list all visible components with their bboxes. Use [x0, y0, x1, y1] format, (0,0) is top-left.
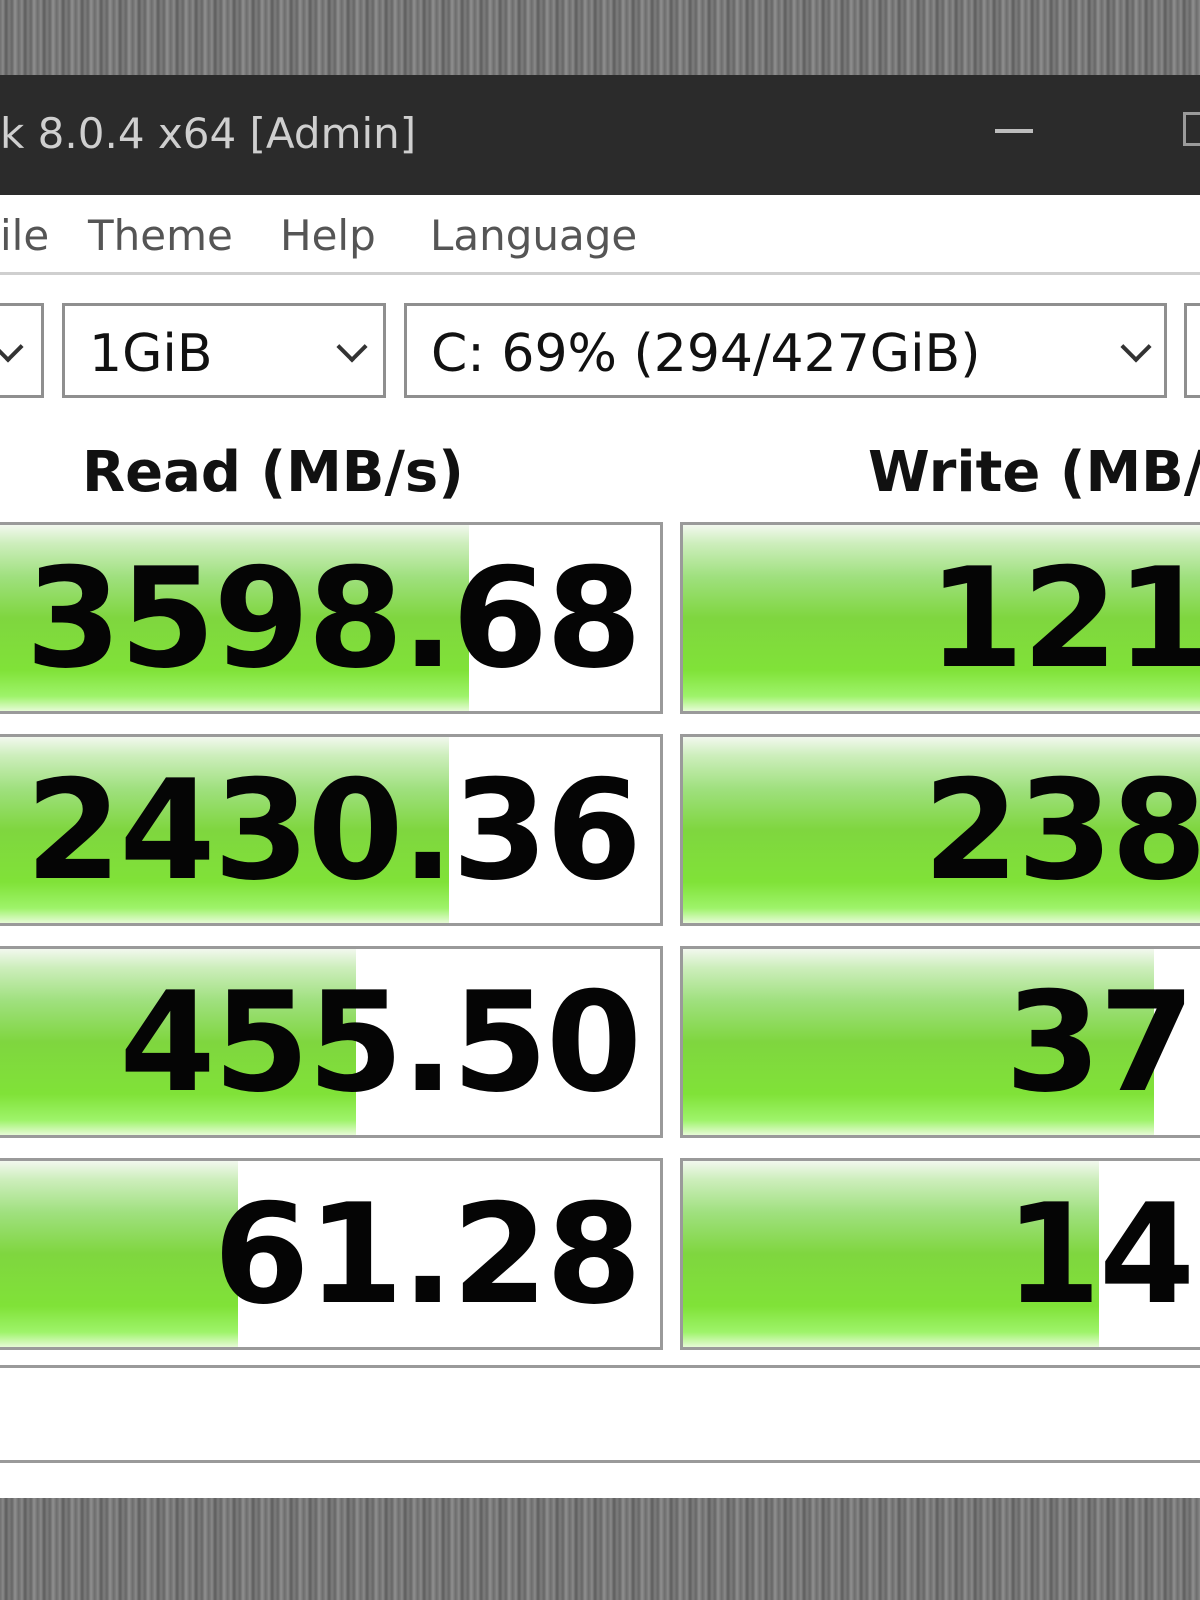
write-value: 1214 — [928, 538, 1200, 699]
write-result-rnd4k-q32t1[interactable]: 371 — [680, 946, 1200, 1138]
chevron-down-icon — [1120, 331, 1152, 363]
title-bar[interactable]: k 8.0.4 x64 [Admin] — [0, 75, 1200, 195]
read-result-rnd4k-q1t1[interactable]: 61.28 — [0, 1158, 663, 1350]
menu-theme[interactable]: Theme — [88, 211, 233, 260]
read-result-rnd4k-q32t1[interactable]: 455.50 — [0, 946, 663, 1138]
comment-field[interactable] — [0, 1365, 1200, 1463]
unit-select[interactable] — [1184, 303, 1200, 398]
write-header: Write (MB/ — [868, 440, 1200, 505]
maximize-icon[interactable] — [1183, 112, 1200, 146]
write-result-seq1m-q8t1[interactable]: 1214 — [680, 522, 1200, 714]
read-value: 455.50 — [119, 962, 642, 1123]
drive-select[interactable]: C: 69% (294/427GiB) — [404, 303, 1167, 398]
drive-value: C: 69% (294/427GiB) — [431, 324, 981, 384]
test-size-select[interactable]: 1GiB — [62, 303, 386, 398]
read-value: 61.28 — [213, 1174, 642, 1335]
read-value: 2430.36 — [25, 750, 642, 911]
write-value: 371 — [1005, 962, 1200, 1123]
test-size-value: 1GiB — [89, 324, 213, 384]
crystaldiskmark-window: k 8.0.4 x64 [Admin] ile Theme Help Langu… — [0, 75, 1200, 1498]
menu-language[interactable]: Language — [430, 211, 637, 260]
test-count-select[interactable] — [0, 303, 44, 398]
read-result-seq1m-q8t1[interactable]: 3598.68 — [0, 522, 663, 714]
window-title: k 8.0.4 x64 [Admin] — [0, 109, 417, 158]
menu-bar: ile Theme Help Language — [0, 195, 1200, 275]
menu-help[interactable]: Help — [280, 211, 376, 260]
chevron-down-icon — [336, 331, 368, 363]
read-result-seq1m-q1t1[interactable]: 2430.36 — [0, 734, 663, 926]
minimize-icon[interactable] — [995, 129, 1033, 133]
read-header: Read (MB/s) — [82, 440, 464, 505]
menu-file[interactable]: ile — [0, 211, 49, 260]
write-result-seq1m-q1t1[interactable]: 2383 — [680, 734, 1200, 926]
chevron-down-icon — [0, 331, 24, 363]
write-result-rnd4k-q1t1[interactable]: 142 — [680, 1158, 1200, 1350]
read-bar — [0, 1161, 238, 1347]
write-value: 2383 — [923, 750, 1200, 911]
write-value: 142 — [1005, 1174, 1200, 1335]
read-value: 3598.68 — [25, 538, 642, 699]
